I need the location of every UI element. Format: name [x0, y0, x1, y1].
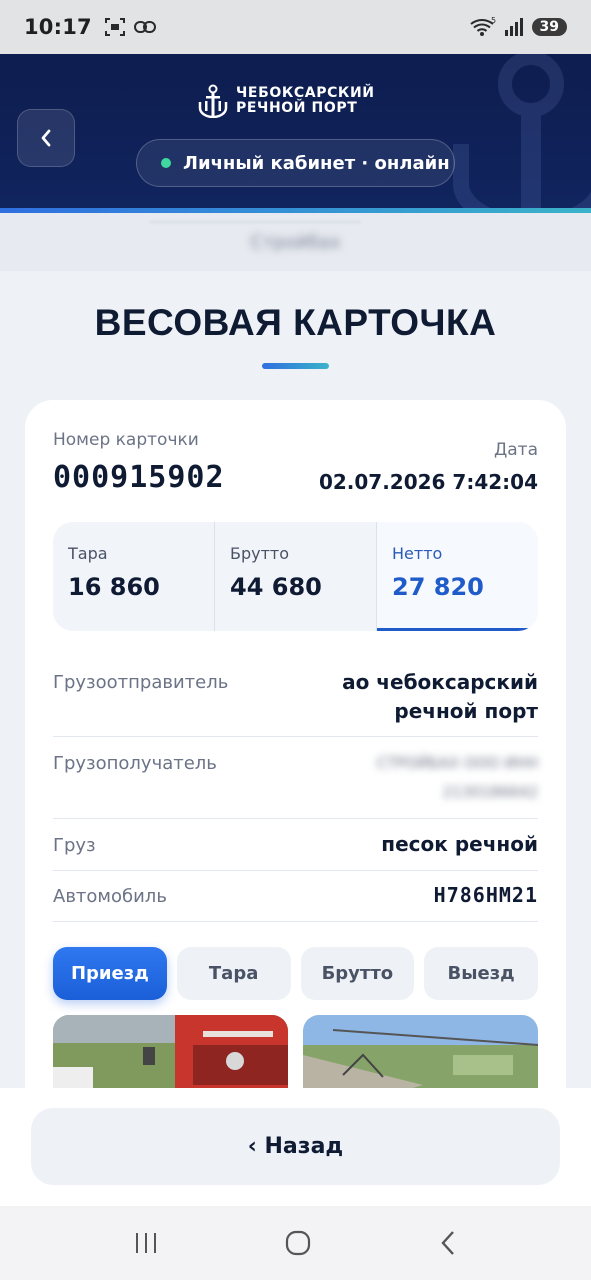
card-number: 000915902 [53, 460, 225, 495]
card-date: 02.07.2026 7:42:04 [318, 470, 538, 494]
account-status-text: Личный кабинет · онлайн [183, 152, 450, 174]
account-status-pill: Личный кабинет · онлайн [136, 139, 455, 187]
weight-card: Номер карточки 000915902 Дата 02.07.2026… [25, 400, 566, 1120]
wifi-icon: 5 [469, 17, 496, 36]
weight-label: Тара [68, 544, 108, 563]
weight-gross[interactable]: Брутто 44 680 [215, 522, 377, 631]
logo-line-2: РЕЧНОЙ ПОРТ [236, 100, 358, 116]
weight-value: 16 860 [68, 573, 160, 601]
tab-exit[interactable]: Выезд [424, 947, 538, 1000]
weight-tare[interactable]: Тара 16 860 [53, 522, 215, 631]
tab-arrival[interactable]: Приезд [53, 947, 167, 1000]
vehicle-value: Н786НМ21 [433, 883, 538, 907]
app-header: ЧЕБОКСАРСКИЙ РЕЧНОЙ ПОРТ Личный кабинет … [0, 54, 591, 210]
weight-value: 27 820 [392, 573, 484, 601]
online-indicator [161, 158, 171, 168]
chevron-left-icon [41, 129, 51, 147]
title-underline [262, 363, 329, 369]
system-nav-bar [0, 1206, 591, 1280]
recent-apps-icon[interactable] [133, 1231, 159, 1255]
anchor-logo-icon [198, 84, 228, 118]
tab-tare[interactable]: Тара [176, 947, 291, 1000]
receiver-row: Грузополучатель СТРОЙБАХ ООО ИНН 2130186… [53, 737, 538, 819]
svg-text:5: 5 [491, 17, 496, 25]
home-icon[interactable] [284, 1229, 312, 1257]
logo-line-1: ЧЕБОКСАРСКИЙ [236, 85, 375, 101]
receiver-value: СТРОЙБАХ ООО ИНН 2130186642 [376, 754, 538, 801]
company-name: Стройбах [250, 231, 341, 253]
cargo-value: песок речной [381, 832, 538, 856]
clock: 10:17 [24, 15, 92, 39]
screen-capture-icon [104, 18, 125, 36]
cargo-row: Груз песок речной [53, 819, 538, 871]
page-title: ВЕСОВАЯ КАРТОЧКА [94, 302, 497, 343]
shipper-row: Грузоотправитель ао чебоксарский речной … [53, 662, 538, 737]
company-subbar: Стройбах [0, 213, 591, 271]
vehicle-row: Автомобиль Н786НМ21 [53, 871, 538, 922]
bottom-bar: ‹ Назад [0, 1088, 591, 1206]
header-back-button[interactable] [17, 109, 75, 167]
weight-label: Нетто [392, 544, 443, 563]
tab-gross[interactable]: Брутто [300, 947, 415, 1000]
status-bar: 10:17 5 39 [0, 0, 591, 54]
port-logo: ЧЕБОКСАРСКИЙ РЕЧНОЙ ПОРТ [198, 84, 375, 118]
link-icon [133, 21, 156, 33]
weights-panel: Тара 16 860 Брутто 44 680 Нетто 27 820 [53, 522, 538, 631]
card-number-label: Номер карточки [53, 430, 199, 450]
battery-indicator: 39 [531, 18, 567, 36]
weight-net[interactable]: Нетто 27 820 [377, 522, 538, 631]
date-label: Дата [493, 440, 538, 460]
vehicle-label: Автомобиль [53, 886, 167, 907]
back-button[interactable]: ‹ Назад [31, 1108, 560, 1185]
cargo-label: Груз [53, 835, 96, 856]
signal-icon [504, 18, 523, 36]
photo-tabs: Приезд Тара Брутто Выезд [53, 947, 538, 1000]
active-weight-underline [377, 628, 538, 631]
shipper-value: ао чебоксарский речной порт [342, 670, 538, 723]
anchor-watermark-icon [453, 54, 591, 210]
back-nav-icon[interactable] [438, 1229, 458, 1257]
weight-label: Брутто [230, 544, 290, 563]
shipper-label: Грузоотправитель [53, 672, 229, 693]
weight-value: 44 680 [230, 573, 322, 601]
receiver-label: Грузополучатель [53, 753, 217, 774]
